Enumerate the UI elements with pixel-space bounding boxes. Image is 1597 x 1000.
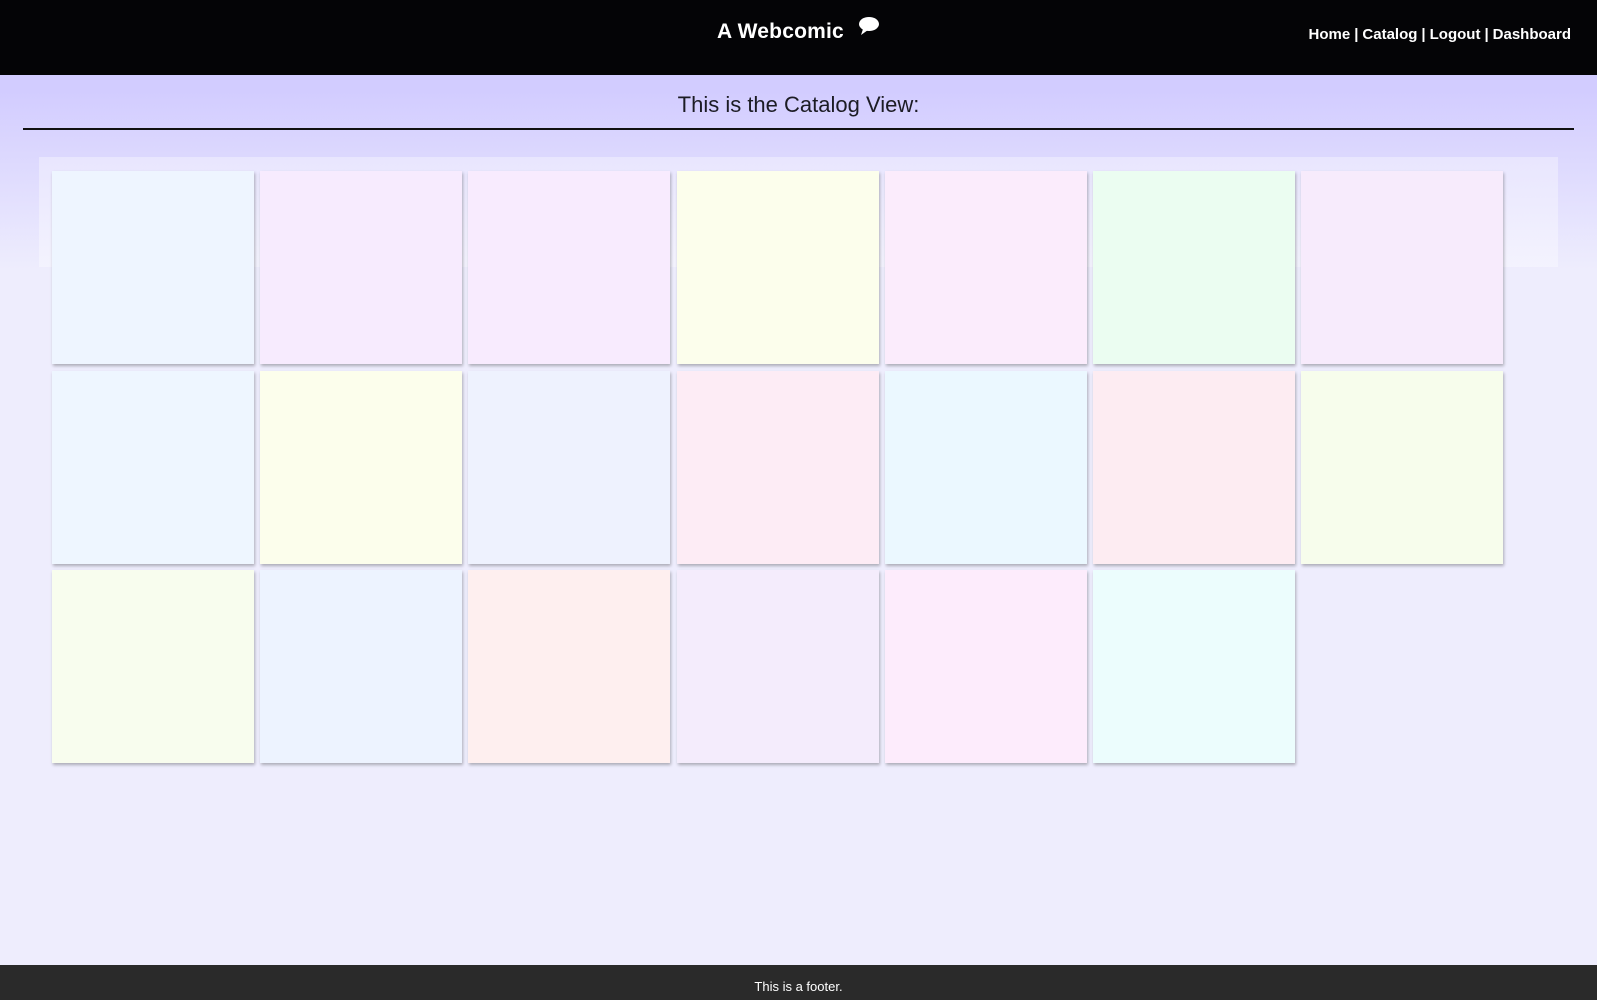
comic-tile[interactable] xyxy=(468,570,670,763)
comic-tile[interactable] xyxy=(677,371,879,564)
comic-tile[interactable] xyxy=(677,570,879,763)
nav-dashboard-link[interactable]: Dashboard xyxy=(1493,26,1571,43)
nav-catalog-link[interactable]: Catalog xyxy=(1362,26,1417,43)
comic-tile[interactable] xyxy=(260,371,462,564)
page-title: This is the Catalog View: xyxy=(677,92,920,117)
comic-tile[interactable] xyxy=(1093,171,1295,364)
comic-tile[interactable] xyxy=(468,171,670,364)
nav-home-link[interactable]: Home xyxy=(1309,26,1351,43)
comic-tile[interactable] xyxy=(52,171,254,364)
main-nav: Home | Catalog | Logout | Dashboard xyxy=(1309,26,1571,43)
comic-tile[interactable] xyxy=(1093,371,1295,564)
comic-tile[interactable] xyxy=(1301,171,1503,364)
nav-separator: | xyxy=(1421,26,1426,43)
nav-separator: | xyxy=(1484,26,1489,43)
comic-tile[interactable] xyxy=(468,371,670,564)
nav-logout-link[interactable]: Logout xyxy=(1430,26,1481,43)
comic-tile[interactable] xyxy=(1301,371,1503,564)
comic-tile[interactable] xyxy=(677,171,879,364)
comic-tile[interactable] xyxy=(885,371,1087,564)
comic-tile[interactable] xyxy=(260,171,462,364)
comic-tile[interactable] xyxy=(885,570,1087,763)
heading-divider xyxy=(23,128,1574,130)
comic-tile[interactable] xyxy=(52,570,254,763)
comic-tile[interactable] xyxy=(260,570,462,763)
speech-bubble-icon xyxy=(858,16,880,42)
site-footer: This is a footer. xyxy=(0,965,1597,1000)
site-title-text: A Webcomic xyxy=(717,20,844,43)
comic-tile[interactable] xyxy=(885,171,1087,364)
site-header: A Webcomic Home | Catalog | Logout | Dashboard xyxy=(0,0,1597,75)
comic-tile[interactable] xyxy=(1093,570,1295,763)
footer-text: This is a footer. xyxy=(754,979,843,994)
comic-tile[interactable] xyxy=(52,371,254,564)
nav-separator: | xyxy=(1354,26,1359,43)
